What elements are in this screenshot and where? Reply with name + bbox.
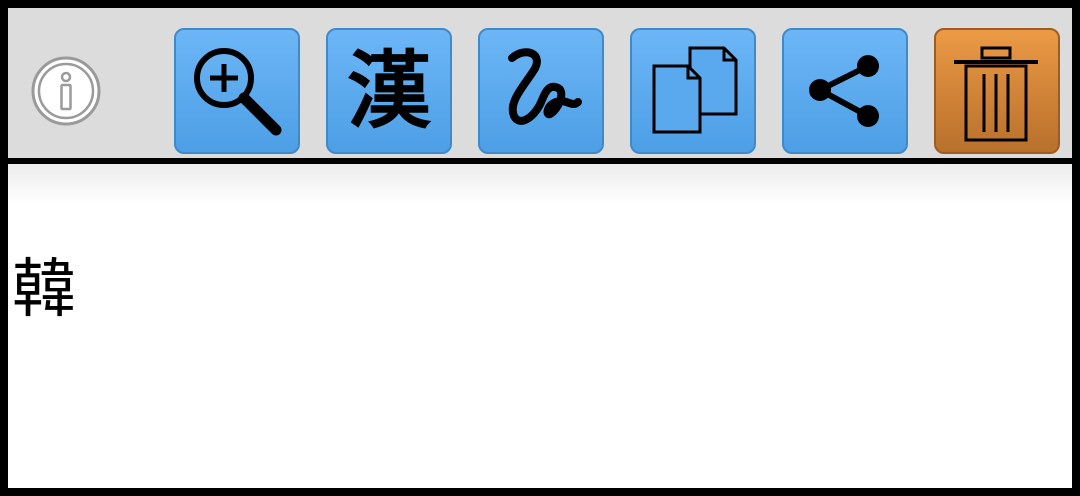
toolbar: 漢 — [8, 8, 1072, 158]
handwriting-squiggle-icon — [508, 48, 582, 125]
zoom-button[interactable] — [174, 28, 300, 154]
kanji-button[interactable]: 漢 — [326, 28, 452, 154]
delete-button[interactable] — [934, 28, 1060, 154]
zoom-in-icon — [194, 48, 282, 136]
app-window: 漢 韓 — [0, 0, 1080, 496]
share-button[interactable] — [782, 28, 908, 154]
copy-button[interactable] — [630, 28, 756, 154]
trash-icon — [954, 46, 1038, 142]
handwriting-button[interactable] — [478, 28, 604, 154]
info-button[interactable] — [30, 55, 102, 127]
info-icon — [31, 56, 101, 126]
character-display: 韓 — [12, 253, 76, 327]
copy-icon — [652, 46, 738, 134]
content-area[interactable]: 韓 — [8, 164, 1072, 488]
share-icon — [809, 55, 879, 127]
kanji-icon: 漢 — [346, 42, 431, 140]
